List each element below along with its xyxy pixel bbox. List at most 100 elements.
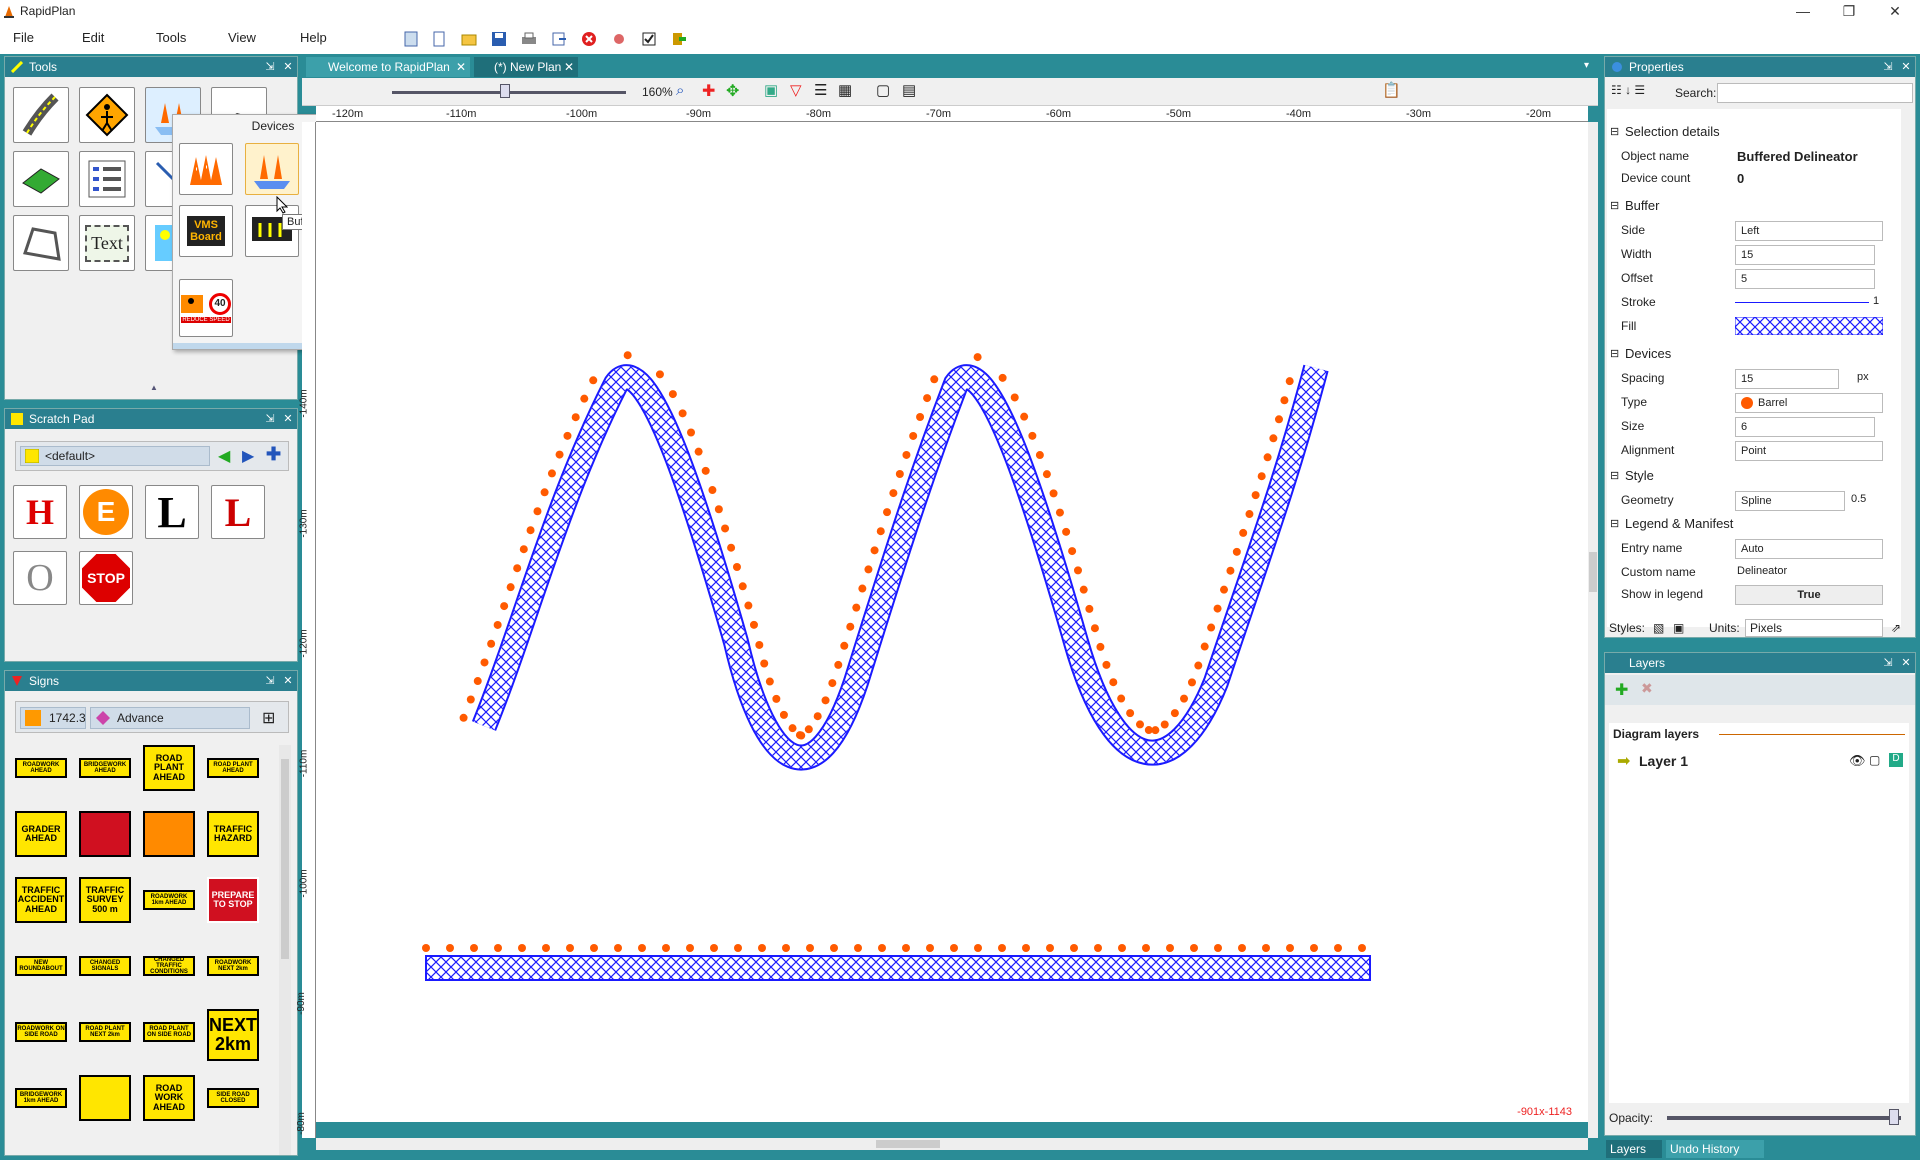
close-tab-icon[interactable]: ✕ <box>456 60 466 74</box>
type-select[interactable]: Barrel <box>1735 393 1883 413</box>
sign-tool[interactable] <box>79 87 135 143</box>
sign-item[interactable]: CHANGED TRAFFIC CONDITIONS <box>143 956 195 976</box>
add-layer-icon[interactable]: ✚ <box>1615 680 1628 700</box>
sign-item[interactable]: ROADWORK AHEAD <box>15 758 67 778</box>
geometry-select[interactable]: Spline <box>1735 491 1845 511</box>
section-selection[interactable]: Selection details <box>1607 121 1897 143</box>
menu-tools[interactable]: Tools <box>156 30 186 45</box>
new-doc-icon[interactable] <box>400 28 422 50</box>
clipboard-icon[interactable]: 📋 <box>1382 81 1401 99</box>
canvas-v-thumb[interactable] <box>1589 552 1597 592</box>
sign-item[interactable]: ROAD WORK AHEAD <box>143 1075 195 1121</box>
forward-arrow-icon[interactable]: ▶ <box>242 446 254 466</box>
sign-item[interactable]: ROAD PLANT ON SIDE ROAD <box>143 1022 195 1042</box>
menu-file[interactable]: File <box>13 30 34 45</box>
sign-item[interactable]: TRAFFIC SURVEY 500 m <box>79 877 131 923</box>
section-devices[interactable]: Devices <box>1607 343 1897 365</box>
spacing-input[interactable]: 15 <box>1735 369 1839 389</box>
pin-icon[interactable]: ⇲ <box>1881 656 1895 670</box>
width-input[interactable]: 15 <box>1735 245 1875 265</box>
zoom-slider-thumb[interactable] <box>500 84 510 98</box>
tab-new-plan[interactable]: (*) New Plan ✕ <box>474 57 578 77</box>
print-icon[interactable] <box>518 28 540 50</box>
close-window-button[interactable]: ✕ <box>1872 0 1918 24</box>
list-icon[interactable]: ☰ <box>814 81 827 99</box>
section-legend[interactable]: Legend & Manifest <box>1607 513 1897 535</box>
scratch-item-o[interactable]: O <box>13 551 67 605</box>
pin-icon[interactable]: ⇲ <box>263 674 277 688</box>
side-select[interactable]: Left <box>1735 221 1883 241</box>
sign-code-dropdown[interactable]: 1742.3 <box>20 707 86 729</box>
sign-category-dropdown[interactable]: Advance <box>90 707 250 729</box>
tab-welcome[interactable]: Welcome to RapidPlan ✕ <box>306 57 470 77</box>
page-setup-icon[interactable]: ▤ <box>902 81 916 99</box>
opacity-slider[interactable] <box>1667 1116 1901 1120</box>
check-icon[interactable] <box>638 28 660 50</box>
back-arrow-icon[interactable]: ◀ <box>218 446 230 466</box>
sign-item[interactable]: ROAD PLANT AHEAD <box>143 745 195 791</box>
tab-menu-icon[interactable]: ▾ <box>1584 60 1589 71</box>
layer-type-icon[interactable]: D <box>1889 753 1903 767</box>
binoculars-icon[interactable]: ⊞ <box>262 708 275 728</box>
stroke-preview[interactable] <box>1735 302 1869 303</box>
sign-item[interactable]: ROADWORK 1km AHEAD <box>143 890 195 910</box>
offset-input[interactable]: 5 <box>1735 269 1875 289</box>
scratch-dropdown[interactable]: <default> <box>20 446 210 466</box>
sign-item[interactable]: NEW ROUNDABOUT <box>15 956 67 976</box>
minimize-button[interactable]: — <box>1780 0 1826 24</box>
delete-layer-icon[interactable]: ✖ <box>1641 680 1653 697</box>
lane-status-device[interactable] <box>245 205 299 257</box>
section-buffer[interactable]: Buffer <box>1607 195 1897 217</box>
sign-item[interactable] <box>79 811 131 857</box>
open-icon[interactable] <box>428 28 450 50</box>
style-edit-icon[interactable]: ▣ <box>1673 621 1684 635</box>
layer-row[interactable]: ➡ Layer 1 👁 ▢ D <box>1609 749 1909 773</box>
filter-icon[interactable]: ▽ <box>790 81 802 99</box>
signs-scroll-thumb[interactable] <box>281 759 289 959</box>
grid-icon[interactable]: ▦ <box>838 81 852 99</box>
sign-item[interactable]: NEXT 2km <box>207 1009 259 1061</box>
pin-icon[interactable]: ⇲ <box>263 412 277 426</box>
restore-button[interactable]: ❐ <box>1826 0 1872 24</box>
sign-item[interactable]: ROADWORK NEXT 2km <box>207 956 259 976</box>
close-icon[interactable]: ✕ <box>281 412 295 426</box>
scratch-item-h[interactable]: H <box>13 485 67 539</box>
panel-resize-grip[interactable]: ▲ <box>150 383 158 392</box>
exit-icon[interactable] <box>668 28 690 50</box>
road-tool[interactable] <box>13 87 69 143</box>
show-legend-value[interactable]: True <box>1735 585 1883 605</box>
close-icon[interactable]: ✕ <box>1899 656 1913 670</box>
close-icon[interactable]: ✕ <box>281 60 295 74</box>
sign-item[interactable]: TRAFFIC HAZARD <box>207 811 259 857</box>
sign-item[interactable]: ROADWORK ON SIDE ROAD <box>15 1022 67 1042</box>
burst-icon[interactable] <box>608 28 630 50</box>
tab-undo-history[interactable]: Undo History <box>1666 1140 1764 1158</box>
lock-icon[interactable]: ▢ <box>1869 753 1880 767</box>
search-input[interactable] <box>1717 83 1913 103</box>
size-input[interactable]: 6 <box>1735 417 1875 437</box>
sign-item[interactable]: CHANGED SIGNALS <box>79 956 131 976</box>
scratch-item-l2[interactable]: L <box>211 485 265 539</box>
units-select[interactable]: Pixels <box>1745 619 1883 637</box>
scratch-item-l1[interactable]: L <box>145 485 199 539</box>
scratch-item-stop[interactable]: STOP <box>79 551 133 605</box>
shapes-tool[interactable] <box>13 151 69 207</box>
sign-item[interactable]: ROAD PLANT AHEAD <box>207 758 259 778</box>
sign-item[interactable]: TRAFFIC ACCIDENT AHEAD <box>15 877 67 923</box>
styles-icon[interactable]: ▧ <box>1653 621 1664 635</box>
image-icon[interactable]: ▣ <box>764 81 778 99</box>
add-icon[interactable]: ✚ <box>266 444 281 465</box>
signs-scrollbar[interactable] <box>279 745 291 1155</box>
page-icon[interactable]: ▢ <box>876 81 890 99</box>
sign-item[interactable] <box>143 811 195 857</box>
section-style[interactable]: Style <box>1607 465 1897 487</box>
sign-item[interactable]: BRIDGEWORK AHEAD <box>79 758 131 778</box>
menu-edit[interactable]: Edit <box>82 30 104 45</box>
menu-help[interactable]: Help <box>300 30 327 45</box>
sign-item[interactable]: GRADER AHEAD <box>15 811 67 857</box>
export-icon[interactable] <box>548 28 570 50</box>
opacity-slider-thumb[interactable] <box>1888 1109 1899 1125</box>
entry-name-select[interactable]: Auto <box>1735 539 1883 559</box>
canvas-v-scrollbar[interactable] <box>1588 122 1598 1138</box>
reduce-speed-device[interactable]: 40 REDUCE SPEED <box>179 279 233 337</box>
